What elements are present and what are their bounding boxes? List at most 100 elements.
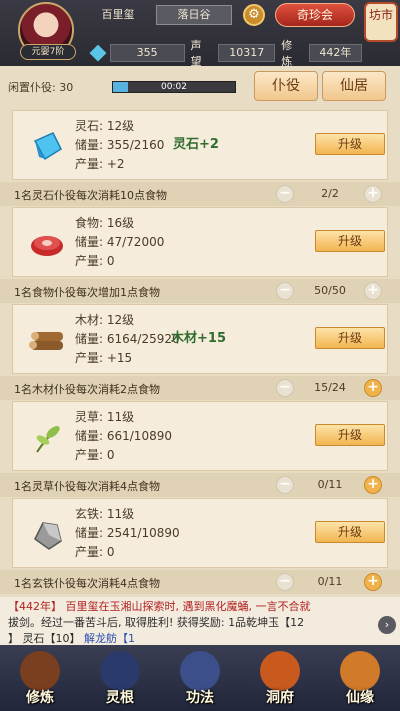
upgrade-button[interactable]: 升级 [315, 133, 385, 155]
upgrade-button[interactable]: 升级 [315, 521, 385, 543]
idle-servants-label: 闲置仆役: 30 [8, 81, 74, 94]
nav-item[interactable]: 修炼 [5, 647, 75, 707]
resource-output: 产量: +2 [75, 157, 125, 171]
plus-icon[interactable]: + [364, 282, 382, 300]
resource-storage: 储量: 355/2160 [75, 138, 165, 152]
worker-cost-text: 1名食物仆役每次增加1点食物 [14, 286, 160, 299]
resource-level: 食物: 16级 [75, 216, 135, 230]
worker-cost-text: 1名木材仆役每次消耗2点食物 [14, 383, 160, 396]
tab-residence[interactable]: 仙居 [322, 71, 386, 101]
timer-text: 00:02 [161, 82, 187, 92]
nav-icon [20, 651, 60, 691]
resource-level: 木材: 12级 [75, 313, 135, 327]
nav-label: 灵根 [106, 690, 134, 706]
worker-cost-text: 1名灵石仆役每次消耗10点食物 [14, 189, 167, 202]
minus-icon[interactable]: − [276, 573, 294, 591]
minus-icon[interactable]: − [276, 379, 294, 397]
resource-output: 产量: +15 [75, 351, 133, 365]
worker-count: 15/24 [314, 381, 346, 394]
reputation-label: 声望 [190, 39, 202, 68]
resource-info: 食物: 16级 储量: 47/72000 产量: 0 [75, 214, 164, 271]
tab-servant[interactable]: 仆役 [254, 71, 318, 101]
nav-icon [180, 651, 220, 691]
resource-panel: 木材: 12级储量: 6164/25920 产量: +15 木材+15 升级 [12, 304, 388, 374]
worker-row: 1名灵石仆役每次消耗10点食物 − 2/2 + [0, 182, 400, 206]
reputation-value: 10317 [218, 44, 276, 62]
nav-label: 洞府 [266, 690, 294, 706]
worker-cost-text: 1名灵草仆役每次消耗4点食物 [14, 480, 160, 493]
cultivation-value: 442年 [308, 44, 362, 62]
worker-count: 2/2 [321, 187, 339, 200]
resource-storage: 储量: 2541/10890 [75, 526, 180, 540]
resource-level: 灵草: 11级 [75, 410, 135, 424]
minus-icon[interactable]: − [276, 476, 294, 494]
nav-item[interactable]: 仙缘 [325, 647, 395, 707]
resource-panel: 食物: 16级 储量: 47/72000 产量: 0 升级 [12, 207, 388, 277]
gem-icon [89, 44, 107, 62]
resource-info: 玄铁: 11级储量: 2541/10890 产量: 0 [75, 505, 180, 562]
herb-icon [27, 418, 67, 458]
plus-icon[interactable]: + [364, 379, 382, 397]
log-next-icon[interactable]: › [378, 616, 396, 634]
worker-count: 0/11 [317, 478, 343, 491]
servant-timer-bar: 00:02 [112, 81, 236, 93]
cultivation-label: 修炼 [281, 39, 293, 68]
plus-icon[interactable]: + [364, 476, 382, 494]
location-label[interactable]: 落日谷 [156, 5, 232, 25]
log-line2: 拔剑。经过一番苦斗后, 取得胜利! 获得奖励: 1品乾坤玉【12 [8, 616, 305, 629]
nav-label: 功法 [186, 690, 214, 706]
realm-badge: 元婴7阶 [20, 44, 76, 60]
upgrade-button[interactable]: 升级 [315, 327, 385, 349]
iron-icon [27, 515, 67, 555]
log-tail: 解龙舫【1 [84, 632, 135, 645]
stat-row: 355 声望 10317 修炼 442年 [89, 39, 362, 68]
nav-label: 仙缘 [346, 690, 374, 706]
log-year: 【442年】 [8, 600, 62, 613]
nav-item[interactable]: 功法 [165, 647, 235, 707]
worker-row: 1名食物仆役每次增加1点食物 − 50/50 + [0, 279, 400, 303]
nav-item[interactable]: 灵根 [85, 647, 155, 707]
worker-count: 50/50 [314, 284, 346, 297]
settings-gear-icon[interactable]: ⚙ [243, 4, 265, 26]
gain-popup: 木材+15 [171, 331, 226, 346]
treasure-button[interactable]: 奇珍会 [275, 3, 355, 27]
resource-output: 产量: 0 [75, 448, 115, 462]
plus-icon[interactable]: + [364, 185, 382, 203]
nav-icon [260, 651, 300, 691]
shop-button[interactable]: 坊市 [364, 2, 398, 42]
resource-storage: 储量: 6164/25920 [75, 332, 180, 346]
resource-level: 玄铁: 11级 [75, 507, 135, 521]
food-icon [27, 224, 67, 264]
shop-label: 坊市 [368, 8, 393, 22]
resource-info: 灵草: 11级储量: 661/10890 产量: 0 [75, 408, 172, 465]
nav-icon [340, 651, 380, 691]
wood-icon [27, 321, 67, 361]
resource-storage: 储量: 661/10890 [75, 429, 172, 443]
gain-popup: 灵石+2 [173, 137, 219, 152]
resource-info: 木材: 12级储量: 6164/25920 产量: +15 [75, 311, 180, 368]
worker-count: 0/11 [317, 575, 343, 588]
player-name: 百里玺 [101, 8, 135, 21]
event-log: 【442年】 百里玺在玉湘山探索时, 遇到黑化魔蛹, 一言不合就 拔剑。经过一番… [0, 597, 400, 645]
plus-icon[interactable]: + [364, 573, 382, 591]
nav-icon [100, 651, 140, 691]
upgrade-button[interactable]: 升级 [315, 424, 385, 446]
resource-level: 灵石: 12级 [75, 119, 135, 133]
worker-row: 1名玄铁仆役每次消耗4点食物 − 0/11 + [0, 570, 400, 594]
resource-panel: 灵石: 12级储量: 355/2160 产量: +2 灵石+2 升级 [12, 110, 388, 180]
log-line3: 】 灵石【10】 [8, 632, 81, 645]
resource-output: 产量: 0 [75, 254, 115, 268]
upgrade-button[interactable]: 升级 [315, 230, 385, 252]
worker-cost-text: 1名玄铁仆役每次消耗4点食物 [14, 577, 160, 590]
nav-label: 修炼 [26, 690, 54, 706]
top-bar: 元婴7阶 百里玺 落日谷 ⚙ 奇珍会 坊市 355 声望 10317 修炼 44… [0, 0, 400, 68]
minus-icon[interactable]: − [276, 185, 294, 203]
worker-row: 1名灵草仆役每次消耗4点食物 − 0/11 + [0, 473, 400, 497]
log-line1: 百里玺在玉湘山探索时, 遇到黑化魔蛹, 一言不合就 [65, 600, 311, 613]
minus-icon[interactable]: − [276, 282, 294, 300]
nav-item[interactable]: 洞府 [245, 647, 315, 707]
resource-output: 产量: 0 [75, 545, 115, 559]
resource-info: 灵石: 12级储量: 355/2160 产量: +2 [75, 117, 164, 174]
bottom-nav: 修炼 灵根 功法 洞府 仙缘 [0, 645, 400, 711]
worker-row: 1名木材仆役每次消耗2点食物 − 15/24 + [0, 376, 400, 400]
